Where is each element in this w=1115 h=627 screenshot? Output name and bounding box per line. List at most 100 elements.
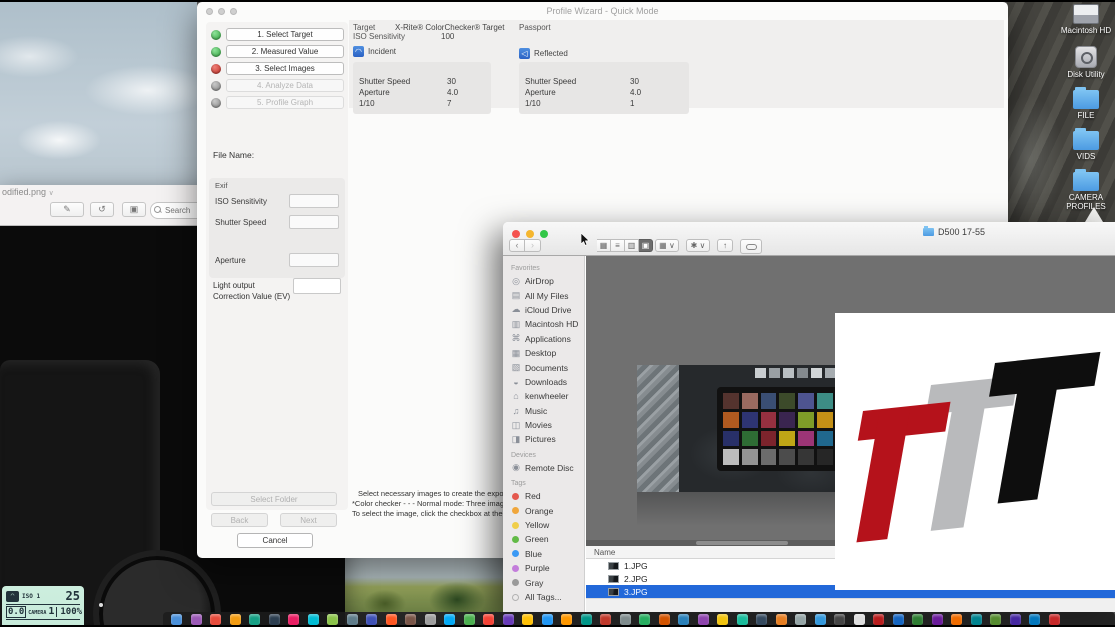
dock-app-icon[interactable] [600, 614, 611, 625]
dock-app-icon[interactable] [854, 614, 865, 625]
dock-app-icon[interactable] [620, 614, 631, 625]
scrollbar-handle[interactable] [696, 541, 788, 545]
dock-app-icon[interactable] [269, 614, 280, 625]
finder-titlebar[interactable]: D500 17-55 ‹ › ▦ ≡ ▥ ▣ ▦ ∨ ✱ [503, 222, 1115, 256]
step-button[interactable]: 1. Select Target [226, 28, 344, 41]
dock-app-icon[interactable] [542, 614, 553, 625]
desktop-icon[interactable]: VIDS [1058, 131, 1114, 161]
view-button[interactable]: ▣ [639, 239, 653, 252]
light-output-input[interactable] [293, 278, 341, 294]
view-button[interactable]: ≡ [611, 239, 625, 252]
dock-app-icon[interactable] [347, 614, 358, 625]
dock-app-icon[interactable] [1010, 614, 1021, 625]
dock-app-icon[interactable] [581, 614, 592, 625]
sidebar-item[interactable]: ◫ Movies [503, 418, 584, 432]
sidebar-item[interactable]: ⌘ Applications [503, 332, 584, 346]
dock-app-icon[interactable] [327, 614, 338, 625]
step-button[interactable]: 4. Analyze Data [226, 79, 344, 92]
dock-app-icon[interactable] [990, 614, 1001, 625]
dock-app-icon[interactable] [386, 614, 397, 625]
dock-app-icon[interactable] [405, 614, 416, 625]
sidebar-item[interactable]: ▦ Desktop [503, 346, 584, 360]
share-button[interactable]: ↑ [717, 239, 733, 252]
minimize-icon[interactable] [526, 230, 534, 238]
sidebar-tag-item[interactable]: Gray [503, 575, 584, 589]
back-button[interactable]: ‹ [509, 239, 525, 252]
dock-app-icon[interactable] [932, 614, 943, 625]
dock-app-icon[interactable] [230, 614, 241, 625]
select-folder-button[interactable]: Select Folder [211, 492, 337, 506]
dock-app-icon[interactable] [815, 614, 826, 625]
dock-app-icon[interactable] [678, 614, 689, 625]
dock-app-icon[interactable] [191, 614, 202, 625]
dock-app-icon[interactable] [210, 614, 221, 625]
dock-app-icon[interactable] [464, 614, 475, 625]
dock-app-icon[interactable] [444, 614, 455, 625]
sidebar-item[interactable]: ⌂ kenwheeler [503, 389, 584, 403]
view-button[interactable]: ▦ [597, 239, 611, 252]
dock-app-icon[interactable] [366, 614, 377, 625]
dock-app-icon[interactable] [308, 614, 319, 625]
dock-app-icon[interactable] [971, 614, 982, 625]
exif-field-input[interactable] [289, 253, 339, 267]
view-button[interactable]: ▥ [625, 239, 639, 252]
cancel-button[interactable]: Cancel [237, 533, 313, 548]
dock-app-icon[interactable] [288, 614, 299, 625]
dock-app-icon[interactable] [659, 614, 670, 625]
sidebar-item[interactable]: ◉ Remote Disc [503, 461, 584, 475]
coverflow-preview-image[interactable] [637, 365, 855, 492]
sidebar-tag-item[interactable]: Green [503, 532, 584, 546]
dock-app-icon[interactable] [561, 614, 572, 625]
forward-button[interactable]: › [525, 239, 541, 252]
dock-app-icon[interactable] [639, 614, 650, 625]
sidebar-tag-item[interactable]: Purple [503, 561, 584, 575]
sidebar-item[interactable]: ◒ Downloads [503, 375, 584, 389]
adjust-button[interactable]: ▣ [122, 202, 146, 217]
exif-field-input[interactable] [289, 215, 339, 229]
dock-app-icon[interactable] [737, 614, 748, 625]
dock-app-icon[interactable] [873, 614, 884, 625]
desktop-icon[interactable]: FILE [1058, 90, 1114, 120]
dock-app-icon[interactable] [1049, 614, 1060, 625]
dock-app-icon[interactable] [1029, 614, 1040, 625]
rotate-button[interactable]: ↺ [90, 202, 114, 217]
dock-app-icon[interactable] [717, 614, 728, 625]
desktop-icon[interactable]: Macintosh HD [1058, 4, 1114, 35]
sidebar-item[interactable]: ▥ Macintosh HD [503, 317, 584, 331]
step-button[interactable]: 3. Select Images [226, 62, 344, 75]
dock-app-icon[interactable] [756, 614, 767, 625]
desktop-icon[interactable]: CAMERA PROFILES [1058, 172, 1114, 211]
exif-field-input[interactable] [289, 194, 339, 208]
dock-app-icon[interactable] [522, 614, 533, 625]
sidebar-tag-item[interactable]: All Tags... [503, 590, 584, 604]
markup-pen-button[interactable]: ✎ [50, 202, 84, 217]
dock-app-icon[interactable] [893, 614, 904, 625]
dock-app-icon[interactable] [834, 614, 845, 625]
tags-button[interactable] [740, 239, 762, 254]
sidebar-tag-item[interactable]: Yellow [503, 518, 584, 532]
zoom-icon[interactable] [540, 230, 548, 238]
back-button[interactable]: Back [211, 513, 268, 527]
dock-app-icon[interactable] [425, 614, 436, 625]
sidebar-item[interactable]: ♫ Music [503, 404, 584, 418]
desktop-icon[interactable]: Disk Utility [1058, 46, 1114, 79]
sidebar-tag-item[interactable]: Red [503, 489, 584, 503]
sidebar-item[interactable]: ◨ Pictures [503, 432, 584, 446]
step-button[interactable]: 2. Measured Value [226, 45, 344, 58]
sidebar-item[interactable]: ☁ iCloud Drive [503, 303, 584, 317]
arrange-button[interactable]: ▦ ∨ [655, 239, 679, 252]
dock-app-icon[interactable] [171, 614, 182, 625]
sidebar-tag-item[interactable]: Orange [503, 503, 584, 517]
sidebar-item[interactable]: ◎ AirDrop [503, 274, 584, 288]
action-gear-button[interactable]: ✱ ∨ [686, 239, 710, 252]
close-icon[interactable] [512, 230, 520, 238]
dock-app-icon[interactable] [483, 614, 494, 625]
dock-app-icon[interactable] [698, 614, 709, 625]
sidebar-item[interactable]: ▤ All My Files [503, 288, 584, 302]
dock-app-icon[interactable] [776, 614, 787, 625]
next-button[interactable]: Next [280, 513, 337, 527]
step-button[interactable]: 5. Profile Graph [226, 96, 344, 109]
dock-app-icon[interactable] [503, 614, 514, 625]
sidebar-tag-item[interactable]: Blue [503, 547, 584, 561]
sidebar-item[interactable]: ▧ Documents [503, 360, 584, 374]
